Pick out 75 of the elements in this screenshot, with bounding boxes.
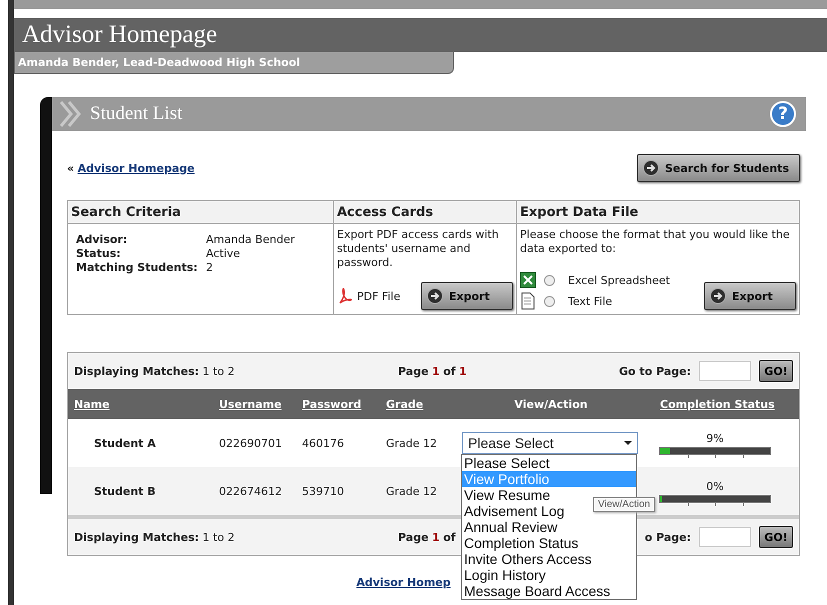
advisor-school: Amanda Bender, Lead-Deadwood High School xyxy=(18,56,300,69)
format-label: Text File xyxy=(568,294,612,308)
go-to-page-label: o Page: xyxy=(644,530,691,544)
section-heading: Search Criteria xyxy=(68,201,333,224)
dropdown-option[interactable]: Message Board Access xyxy=(462,583,636,599)
dropdown-option[interactable]: Completion Status xyxy=(462,535,636,551)
student-name: Student A xyxy=(93,436,157,450)
go-button[interactable]: GO! xyxy=(759,360,793,382)
page-of: of xyxy=(443,530,456,544)
access-cards-text: Export PDF access cards with students' username and password. xyxy=(337,228,500,270)
displaying-value: 1 to 2 xyxy=(202,364,235,378)
page-label: Page xyxy=(398,364,429,378)
export-button[interactable]: Export xyxy=(704,282,796,310)
section-heading: Export Data File xyxy=(517,201,799,224)
page-of: of xyxy=(443,364,456,378)
column-header[interactable]: Password xyxy=(302,398,362,410)
radio-button[interactable] xyxy=(544,274,555,286)
field-label: Advisor: xyxy=(76,233,128,247)
back-arrows: « xyxy=(67,162,74,174)
dropdown-option[interactable]: Annual Review xyxy=(462,519,636,535)
student-name: Student B xyxy=(93,484,157,498)
page-number: 1 xyxy=(432,530,440,544)
table-cell-text: 022674612 xyxy=(219,484,283,498)
advisor-homepage-link[interactable]: Advisor Homep xyxy=(356,576,451,589)
page-label: Page xyxy=(398,530,429,544)
arrow-circle-icon xyxy=(710,288,726,304)
displaying-label: Displaying Matches: xyxy=(74,530,200,544)
pdf-icon xyxy=(337,287,353,305)
panel-title: Student List xyxy=(90,103,184,125)
table-cell-text: 022690701 xyxy=(219,436,283,450)
displaying-label: Displaying Matches: xyxy=(74,364,200,378)
table-cell-text: 539710 xyxy=(302,484,345,498)
column-header[interactable]: Completion Status xyxy=(660,398,775,410)
caret-icon xyxy=(624,441,632,445)
column-header[interactable]: Name xyxy=(74,398,110,410)
search-students-button[interactable]: Search for Students xyxy=(637,154,800,182)
go-button[interactable]: GO! xyxy=(759,526,793,548)
advisor-homepage-link[interactable]: Advisor Homepage xyxy=(78,162,195,174)
page-number: 1 xyxy=(432,364,440,378)
tooltip: View/Action xyxy=(593,497,656,512)
column-header[interactable]: Username xyxy=(219,398,282,410)
displaying-value: 1 to 2 xyxy=(202,530,235,544)
page-input[interactable] xyxy=(699,527,751,547)
document-icon xyxy=(520,292,536,310)
page-title: Advisor Homepage xyxy=(22,21,218,49)
export-button[interactable]: Export xyxy=(421,282,513,310)
completion-percent: 9% xyxy=(706,432,724,444)
table-cell-text: 460176 xyxy=(302,436,345,450)
export-text: Please choose the format that you would like the data exported to: xyxy=(520,228,791,256)
pdf-file-label: PDF File xyxy=(357,290,400,302)
table-cell-text: Grade 12 xyxy=(386,484,438,498)
go-to-page-label: Go to Page: xyxy=(619,364,691,378)
column-header[interactable]: Grade xyxy=(386,398,424,410)
column-header: View/Action xyxy=(514,398,588,410)
page-total: 1 xyxy=(459,364,467,378)
field-label: Status: xyxy=(76,247,122,261)
spreadsheet-icon xyxy=(520,272,536,288)
section-heading: Access Cards xyxy=(334,201,516,224)
chevron-icon xyxy=(58,100,82,128)
field-label: Matching Students: xyxy=(76,261,199,275)
radio-button[interactable] xyxy=(544,296,555,306)
arrow-circle-icon xyxy=(427,288,443,304)
arrow-circle-icon xyxy=(643,160,659,176)
field-value: 2 xyxy=(206,261,214,275)
format-label: Excel Spreadsheet xyxy=(568,274,670,286)
field-value: Active xyxy=(206,247,242,261)
completion-percent: 0% xyxy=(706,480,724,492)
dropdown-option[interactable]: Please Select xyxy=(462,455,636,471)
action-select[interactable]: Please Select xyxy=(462,432,638,454)
table-cell-text: Grade 12 xyxy=(386,436,438,450)
help-button[interactable]: ? xyxy=(770,101,796,127)
field-value: Amanda Bender xyxy=(206,233,296,247)
dropdown-option[interactable]: Invite Others Access xyxy=(462,551,636,567)
dropdown-option[interactable]: Login History xyxy=(462,567,636,583)
page-input[interactable] xyxy=(699,361,751,381)
